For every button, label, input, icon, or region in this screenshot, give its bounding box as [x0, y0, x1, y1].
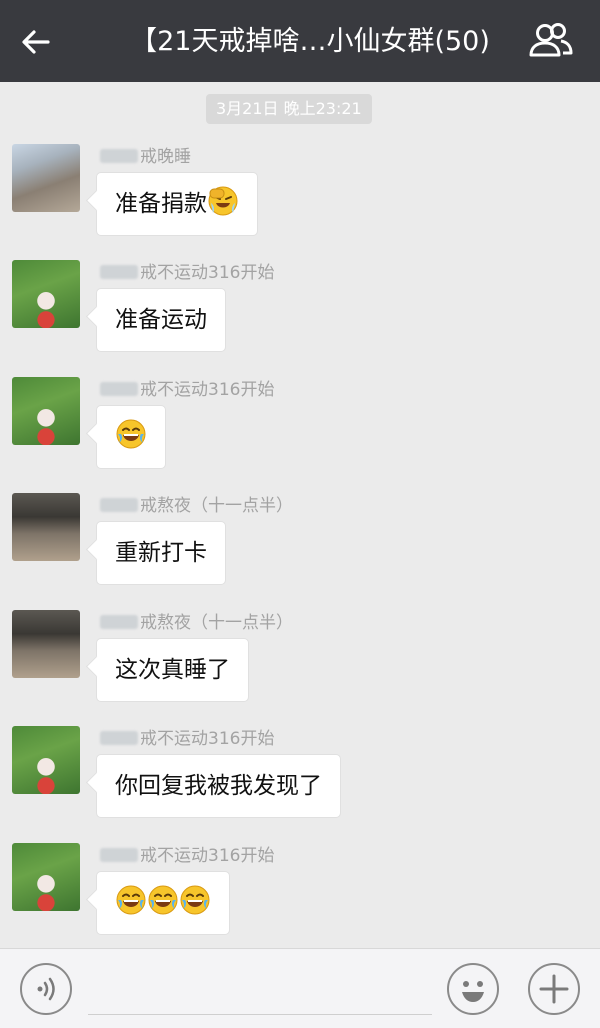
sender-name: 戒晚睡 — [100, 146, 191, 168]
avatar[interactable] — [12, 377, 80, 445]
message-row: 戒熬夜（十一点半） 这次真睡了 — [0, 610, 600, 726]
sender-name: 戒不运动316开始 — [100, 728, 274, 750]
message-bubble[interactable]: 准备捐款 — [96, 172, 258, 236]
message-bubble[interactable]: 你回复我被我发现了 — [96, 754, 341, 818]
message-text: 准备运动 — [115, 307, 207, 333]
avatar[interactable] — [12, 260, 80, 328]
chat-area[interactable]: 3月21日 晚上23:21 戒晚睡 准备捐款 戒不运动316开始 准备运动 戒不… — [0, 82, 600, 948]
blurred-name — [100, 265, 138, 279]
more-button[interactable] — [528, 963, 580, 1015]
message-row: 戒不运动316开始 你回复我被我发现了 — [0, 726, 600, 842]
emoji-button[interactable] — [447, 963, 499, 1015]
group-members-button[interactable] — [528, 22, 580, 62]
blurred-name — [100, 382, 138, 396]
sender-name: 戒熬夜（十一点半） — [100, 495, 293, 517]
message-row: 戒熬夜（十一点半） 重新打卡 — [0, 493, 600, 609]
top-bar: 【21天戒掉啥…小仙女群(50) — [0, 0, 600, 82]
time-divider: 3月21日 晚上23:21 — [206, 94, 372, 124]
plus-icon — [539, 974, 569, 1004]
tears-of-joy-emoji-icon — [115, 878, 147, 915]
chat-title: 【21天戒掉啥…小仙女群(50) — [130, 26, 490, 57]
emoji-icon — [462, 981, 484, 1002]
blurred-name — [100, 149, 138, 163]
sender-name: 戒不运动316开始 — [100, 379, 274, 401]
blurred-name — [100, 731, 138, 745]
voice-icon — [37, 977, 55, 1001]
message-text: 重新打卡 — [115, 540, 207, 566]
message-bubble[interactable] — [96, 871, 230, 935]
arrow-left-icon — [22, 30, 50, 54]
avatar[interactable] — [12, 493, 80, 561]
message-row: 戒不运动316开始 — [0, 843, 600, 948]
avatar[interactable] — [12, 726, 80, 794]
message-input[interactable] — [88, 963, 432, 1015]
message-text: 准备捐款 — [115, 191, 207, 217]
message-text: 这次真睡了 — [115, 657, 230, 683]
message-bubble[interactable] — [96, 405, 166, 469]
sender-name: 戒熬夜（十一点半） — [100, 612, 293, 634]
message-row: 戒不运动316开始 准备运动 — [0, 260, 600, 376]
sender-name: 戒不运动316开始 — [100, 845, 274, 867]
message-bubble[interactable]: 准备运动 — [96, 288, 226, 352]
tears-of-joy-emoji-icon — [179, 878, 211, 915]
blurred-name — [100, 615, 138, 629]
message-bubble[interactable]: 重新打卡 — [96, 521, 226, 585]
message-text: 你回复我被我发现了 — [115, 773, 322, 799]
tears-of-joy-emoji-icon — [147, 878, 179, 915]
message-row: 戒晚睡 准备捐款 — [0, 144, 600, 260]
message-bubble[interactable]: 这次真睡了 — [96, 638, 249, 702]
group-members-icon — [529, 23, 573, 57]
back-button[interactable] — [16, 20, 64, 64]
blurred-name — [100, 848, 138, 862]
avatar[interactable] — [12, 610, 80, 678]
voice-button[interactable] — [20, 963, 72, 1015]
avatar[interactable] — [12, 144, 80, 212]
avatar[interactable] — [12, 843, 80, 911]
sender-name: 戒不运动316开始 — [100, 262, 274, 284]
facepalm-laugh-emoji-icon — [207, 179, 239, 216]
message-row: 戒不运动316开始 — [0, 377, 600, 493]
input-bar — [0, 948, 600, 1028]
blurred-name — [100, 498, 138, 512]
tears-of-joy-emoji-icon — [115, 412, 147, 449]
